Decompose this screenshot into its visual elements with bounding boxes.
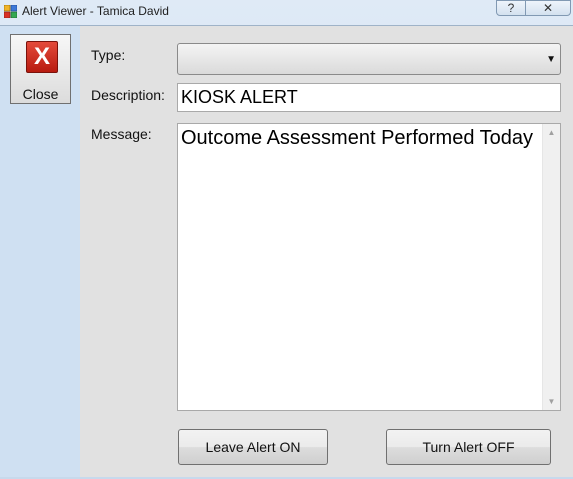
app-window-icon — [4, 5, 17, 18]
close-button-label: Close — [22, 86, 59, 102]
scroll-up-icon[interactable]: ▲ — [543, 124, 560, 141]
message-field[interactable]: Outcome Assessment Performed Today ▲ ▼ — [177, 123, 561, 411]
help-button[interactable]: ? — [496, 0, 526, 16]
message-scrollbar[interactable]: ▲ ▼ — [542, 124, 560, 410]
description-label: Description: — [91, 87, 165, 103]
window-title: Alert Viewer - Tamica David — [22, 4, 169, 18]
turn-alert-off-button[interactable]: Turn Alert OFF — [386, 429, 551, 465]
chevron-down-icon: ▼ — [546, 54, 556, 65]
close-button[interactable]: X Close — [10, 34, 71, 104]
client-area: X Close Type: ▼ Description: KIOSK ALERT… — [0, 25, 573, 477]
description-field[interactable]: KIOSK ALERT — [177, 83, 561, 112]
alert-viewer-window: Alert Viewer - Tamica David ? ✕ X Close … — [0, 0, 573, 479]
type-dropdown[interactable]: ▼ — [177, 43, 561, 75]
type-label: Type: — [91, 47, 126, 63]
window-close-button[interactable]: ✕ — [525, 0, 571, 16]
leave-alert-on-button[interactable]: Leave Alert ON — [178, 429, 328, 465]
scroll-down-icon[interactable]: ▼ — [543, 393, 560, 410]
left-panel: X Close — [0, 26, 80, 477]
message-label: Message: — [91, 126, 152, 142]
close-icon: X — [26, 41, 58, 73]
title-bar: Alert Viewer - Tamica David ? ✕ — [0, 0, 573, 22]
message-text: Outcome Assessment Performed Today — [181, 127, 534, 149]
